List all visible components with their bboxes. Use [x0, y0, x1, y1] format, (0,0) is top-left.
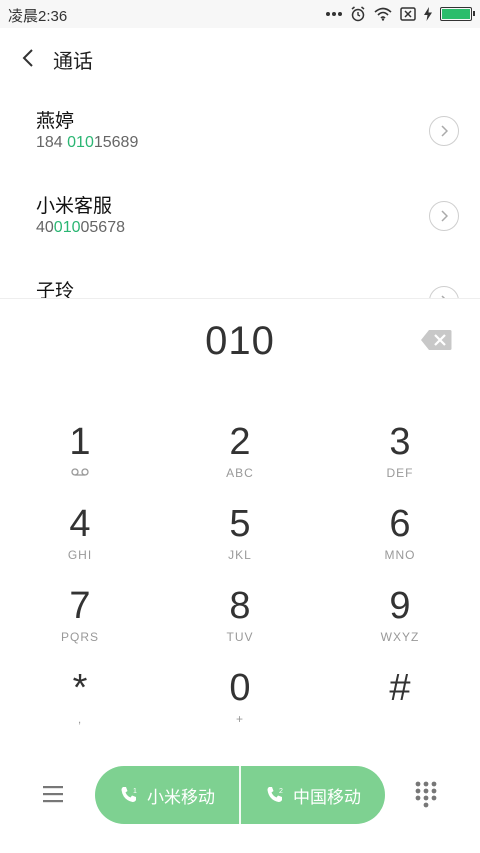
key-digit: 6	[389, 503, 411, 545]
call-sim2-button[interactable]: 2 中国移动	[241, 766, 385, 824]
sim1-label: 小米移动	[147, 787, 215, 807]
key-2[interactable]: 2 ABC	[160, 420, 320, 502]
key-0[interactable]: 0 +	[160, 666, 320, 748]
contact-name: 燕婷	[36, 111, 75, 132]
key-letters: PQRS	[60, 630, 99, 644]
dialpad-icon	[415, 781, 437, 808]
call-divider	[239, 766, 241, 824]
key-digit: #	[389, 667, 411, 709]
contact-detail-button[interactable]	[429, 116, 459, 146]
key-5[interactable]: 5 JKL	[160, 502, 320, 584]
back-button[interactable]	[14, 44, 42, 72]
bottom-bar: 1 小米移动 2 中国移动	[0, 762, 480, 828]
key-letters: WXYZ	[380, 630, 420, 644]
page-title: 通话	[53, 51, 93, 73]
key-4[interactable]: 4 GHI	[0, 502, 160, 584]
key-letters: ABC	[226, 466, 254, 480]
status-bar: 凌晨2:36	[0, 0, 480, 28]
key-star[interactable]: * ,	[0, 666, 160, 748]
key-letters: MNO	[384, 548, 416, 562]
chevron-right-icon	[441, 210, 448, 222]
key-letters: ,	[77, 712, 83, 726]
number-suffix: 05678	[80, 219, 126, 236]
key-letters	[320, 712, 480, 726]
contact-detail-button[interactable]	[429, 286, 459, 298]
dial-display: 010	[0, 298, 480, 388]
key-digit: 7	[69, 585, 91, 627]
charging-icon	[424, 7, 432, 21]
number-suffix: 15689	[93, 134, 139, 151]
chevron-right-icon	[441, 125, 448, 137]
phone-sim2-icon: 2	[267, 787, 283, 802]
menu-icon	[43, 786, 63, 803]
dialed-number[interactable]: 010	[0, 319, 480, 364]
number-prefix: 184	[36, 134, 68, 151]
key-letters: DEF	[386, 466, 414, 480]
contact-name: 子玲	[36, 281, 75, 298]
battery-icon	[440, 7, 475, 21]
key-digit: 4	[69, 503, 91, 545]
key-7[interactable]: 7 PQRS	[0, 584, 160, 666]
key-3[interactable]: 3 DEF	[320, 420, 480, 502]
key-digit: 2	[229, 421, 251, 463]
key-1[interactable]: 1	[0, 420, 160, 502]
chevron-left-icon	[22, 49, 33, 67]
contact-results-list[interactable]: 燕婷 184 01015689 小米客服 4001005678 子玲	[0, 88, 480, 298]
backspace-button[interactable]	[420, 329, 452, 351]
number-match-highlight: 010	[53, 219, 81, 236]
status-icons	[326, 4, 475, 24]
more-dots-icon	[326, 12, 342, 16]
contact-name: 小米客服	[36, 196, 113, 217]
key-digit: 3	[389, 421, 411, 463]
key-letters: JKL	[228, 548, 252, 562]
key-digit: 8	[229, 585, 251, 627]
key-digit: 9	[389, 585, 411, 627]
contact-result-row[interactable]: 子玲	[0, 258, 480, 298]
key-letters: +	[235, 712, 244, 726]
number-prefix: 40	[36, 219, 54, 236]
title-bar: 通话	[0, 28, 480, 88]
svg-text:2: 2	[279, 788, 283, 795]
sim-none-icon	[400, 7, 416, 21]
key-digit: 1	[69, 421, 91, 463]
alarm-icon	[351, 6, 365, 22]
number-match-highlight: 010	[67, 134, 94, 151]
status-time: 凌晨2:36	[8, 8, 68, 25]
keypad-toggle-button[interactable]	[414, 780, 438, 808]
key-digit: 0	[229, 667, 251, 709]
dial-keypad: 1 2 ABC 3 DEF 4 GHI 5 JKL 6 MNO 7 PQRS 8…	[0, 410, 480, 740]
phone-sim1-icon: 1	[121, 787, 137, 802]
key-letters: TUV	[226, 630, 254, 644]
svg-text:1: 1	[133, 788, 137, 795]
key-9[interactable]: 9 WXYZ	[320, 584, 480, 666]
contact-detail-button[interactable]	[429, 201, 459, 231]
call-sim1-button[interactable]: 1 小米移动	[95, 766, 239, 824]
key-8[interactable]: 8 TUV	[160, 584, 320, 666]
key-digit: *	[72, 667, 88, 709]
key-6[interactable]: 6 MNO	[320, 502, 480, 584]
menu-button[interactable]	[39, 781, 69, 807]
contact-result-row[interactable]: 小米客服 4001005678	[0, 173, 480, 258]
sim2-label: 中国移动	[293, 787, 361, 807]
contact-number: 184 01015689	[36, 134, 138, 152]
voicemail-icon	[0, 466, 160, 480]
contact-number: 4001005678	[36, 219, 125, 237]
key-digit: 5	[229, 503, 251, 545]
battery-level	[442, 9, 470, 19]
key-hash[interactable]: #	[320, 666, 480, 748]
key-letters: GHI	[67, 548, 93, 562]
backspace-icon	[421, 330, 452, 350]
contact-result-row[interactable]: 燕婷 184 01015689	[0, 88, 480, 173]
call-button-group: 1 小米移动 2 中国移动	[95, 766, 385, 824]
wifi-icon	[374, 7, 392, 21]
